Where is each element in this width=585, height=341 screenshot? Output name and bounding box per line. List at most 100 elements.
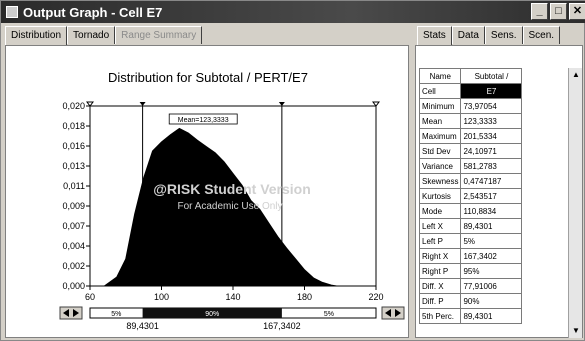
output-graph-window: Output Graph - Cell E7 _ □ ✕ Distributio… [0,0,585,341]
y-tick-label: 0,018 [62,121,85,131]
stats-row-value: 123,3333 [460,113,523,129]
tab-distribution[interactable]: Distribution [5,26,68,46]
stats-row-name: Maximum [418,128,462,144]
stats-row-name: Diff. X [418,278,462,294]
stats-header-name: Name [418,68,462,84]
window-title: Output Graph - Cell E7 [23,4,163,20]
minimize-button[interactable]: _ [531,3,548,20]
tab-range-summary[interactable]: Range Summary [115,26,203,44]
stats-row: Kurtosis 2,543517 [418,188,523,204]
stats-row: Right P 95% [418,263,523,279]
app-icon [6,6,18,18]
x-tick-label: 140 [225,292,240,302]
stats-row-value: 0,4747187 [460,173,523,189]
range-right-pct: 5% [324,311,334,318]
stats-row: Left X 89,4301 [418,218,523,234]
tab-tornado[interactable]: Tornado [67,26,116,44]
maximize-button[interactable]: □ [550,3,567,20]
y-tick-label: 0,002 [62,261,85,271]
stats-row-name: Minimum [418,98,462,114]
stats-row-value: 167,3402 [460,248,523,264]
scroll-up-arrow-icon[interactable]: ▲ [569,68,583,82]
range-right-value: 167,3402 [263,321,301,331]
tab-data[interactable]: Data [451,26,485,44]
y-tick-label: 0,011 [63,181,85,191]
stats-row-value: 95% [460,263,523,279]
stats-row: Left P 5% [418,233,523,249]
stats-row: 5th Perc. 89,4301 [418,308,523,324]
stats-row-name: Right P [418,263,462,279]
stats-row: Mean 123,3333 [418,113,523,129]
stats-row-name: Std Dev [418,143,462,159]
stats-row-value: 77,91006 [460,278,523,294]
stats-row: Std Dev 24,10971 [418,143,523,159]
stats-header-value: Subtotal / [460,68,523,84]
distribution-panel: Distribution for Subtotal / PERT/E7 Mean… [5,45,409,338]
stats-row-value: 73,97054 [460,98,523,114]
stats-row-value: 110,8834 [460,203,523,219]
stats-row-name: Mean [418,113,462,129]
stats-row-name: Variance [418,158,462,174]
stats-row-value: 90% [460,293,523,309]
stats-row-name: Left X [418,218,462,234]
stats-row-name: Kurtosis [418,188,462,204]
tab-stats[interactable]: Stats [417,26,452,46]
stats-row: Variance 581,2783 [418,158,523,174]
mean-label: Mean=123,3333 [178,117,229,124]
range-left-pct: 5% [111,311,121,318]
y-tick-label: 0,007 [62,221,85,231]
range-center-pct: 90% [205,311,219,318]
tab-scen[interactable]: Scen. [522,26,561,44]
x-tick-label: 100 [154,292,169,302]
tab-sens[interactable]: Sens. [484,26,523,44]
stats-row-name: Skewness [418,173,462,189]
stats-row-value: 201,5334 [460,128,523,144]
stats-row: Cell E7 [418,83,523,99]
stats-header-row: Name Subtotal / [418,68,523,84]
stats-scrollbar[interactable]: ▲ ▼ [568,68,582,338]
right-marker-line-handle [278,102,285,106]
stats-row-name: Mode [418,203,462,219]
stats-row: Minimum 73,97054 [418,98,523,114]
stats-row-value: E7 [460,83,523,99]
stats-row-value: 89,4301 [460,308,523,324]
stats-row: Diff. P 90% [418,293,523,309]
y-tick-label: 0,016 [62,141,85,151]
stats-row-name: Right X [418,248,462,264]
stats-row-value: 2,543517 [460,188,523,204]
stats-row-name: 5th Perc. [418,308,462,324]
range-left-value: 89,4301 [126,321,159,331]
stats-row-value: 5% [460,233,523,249]
title-bar[interactable]: Output Graph - Cell E7 _ □ ✕ [1,1,585,23]
stats-row-value: 24,10971 [460,143,523,159]
y-tick-label: 0,020 [62,101,85,111]
y-tick-label: 0,004 [62,241,85,251]
y-tick-label: 0,009 [62,201,85,211]
graph-tabs: Distribution Tornado Range Summary [5,26,203,46]
x-tick-label: 220 [368,292,383,302]
left-axis-handle [86,101,94,107]
x-tick-label: 180 [297,292,312,302]
stats-row-name: Left P [418,233,462,249]
x-tick-label: 60 [85,292,95,302]
stats-table: Name Subtotal / Cell E7 Minimum 73,97054 Mea… [418,68,523,324]
stats-row: Maximum 201,5334 [418,128,523,144]
watermark-title: @RISK Student Version [153,181,311,197]
close-button[interactable]: ✕ [569,3,585,20]
stats-row-value: 89,4301 [460,218,523,234]
stats-panel: Name Subtotal / Cell E7 Minimum 73,97054 Mea… [415,45,583,338]
left-marker-line-handle [139,102,146,106]
stats-row: Diff. X 77,91006 [418,278,523,294]
stats-tabs: Stats Data Sens. Scen. [417,26,561,46]
stats-row: Right X 167,3402 [418,248,523,264]
stats-row: Skewness 0,4747187 [418,173,523,189]
y-tick-label: 0,013 [62,161,85,171]
stats-row: Mode 110,8834 [418,203,523,219]
scroll-down-arrow-icon[interactable]: ▼ [569,324,583,338]
stats-row-name: Diff. P [418,293,462,309]
watermark-subtitle: For Academic Use Only [177,201,282,212]
right-axis-handle [372,101,380,107]
distribution-chart: Mean=123,3333 @RISK Student Version For Ac… [59,101,405,331]
stats-row-value: 581,2783 [460,158,523,174]
stats-row-name: Cell [418,83,462,99]
